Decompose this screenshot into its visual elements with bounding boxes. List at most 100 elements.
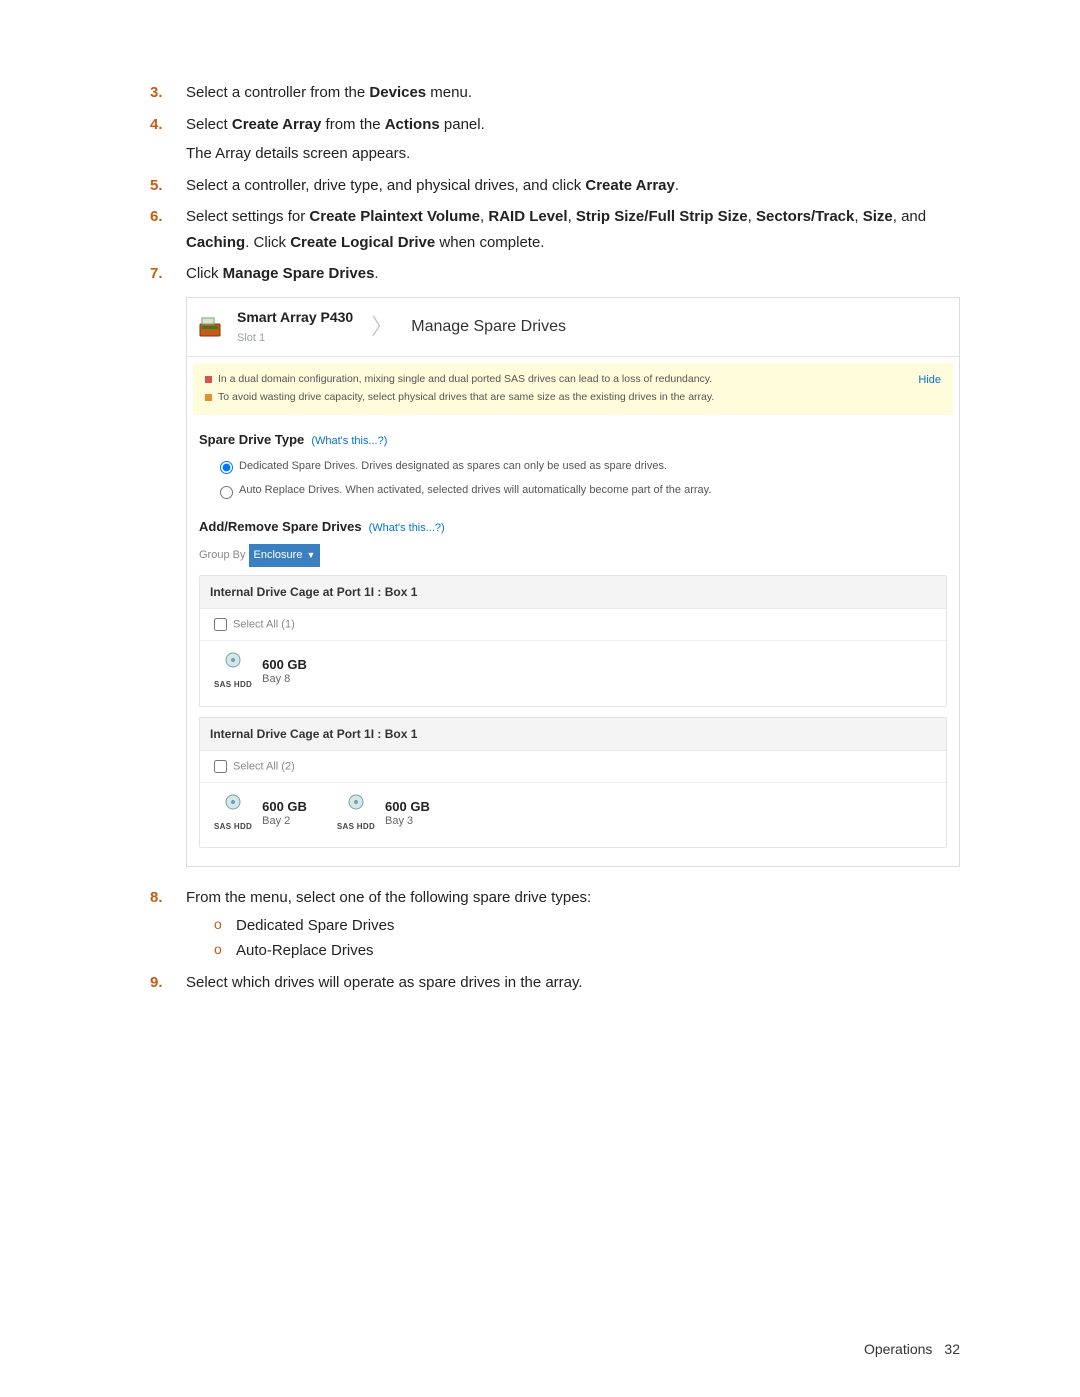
step-text: Select which drives will operate as spar… — [186, 974, 583, 991]
step-3: 3. Select a controller from the Devices … — [150, 80, 960, 106]
drive-bay: Bay 2 — [262, 815, 307, 828]
product-name: Smart Array P430 — [237, 306, 353, 330]
step-text: From the menu, select one of the followi… — [186, 889, 591, 906]
whats-this-link[interactable]: (What's this...?) — [369, 522, 445, 534]
radio-auto-replace[interactable]: Auto Replace Drives. When activated, sel… — [215, 481, 947, 500]
text: , and — [893, 208, 926, 225]
drive-list: SAS HDD 600 GB Bay 2 — [200, 783, 946, 847]
enclosure-title: Internal Drive Cage at Port 1I : Box 1 — [200, 718, 946, 751]
text: Select settings for — [186, 208, 309, 225]
text: menu. — [426, 84, 472, 101]
hide-link[interactable]: Hide — [918, 371, 941, 390]
page-footer: Operations 32 — [864, 1341, 960, 1357]
drive-item[interactable]: SAS HDD 600 GB Bay 8 — [214, 651, 307, 691]
section-heading: Add/Remove Spare Drives — [199, 519, 362, 534]
bold: Create Logical Drive — [290, 234, 435, 251]
bold: Sectors/Track — [756, 208, 854, 225]
drive-kind: SAS HDD — [214, 678, 252, 692]
step-list: 3. Select a controller from the Devices … — [150, 80, 960, 995]
step-number: 7. — [150, 261, 163, 287]
sub-item: oDedicated Spare Drives — [214, 913, 960, 939]
step-body: Select settings for Create Plaintext Vol… — [186, 204, 960, 255]
text: . — [675, 177, 679, 194]
mock-breadcrumb: Smart Array P430 Slot 1 〉 Manage Spare D… — [187, 298, 959, 357]
breadcrumb-page: Manage Spare Drives — [411, 313, 566, 340]
step-number: 4. — [150, 112, 163, 138]
group-by-select[interactable]: Enclosure▼ — [249, 544, 321, 567]
breadcrumb-product: Smart Array P430 Slot 1 — [237, 306, 353, 348]
step-body: From the menu, select one of the followi… — [186, 885, 960, 964]
bold: Create Plaintext Volume — [309, 208, 480, 225]
step-8: 8. From the menu, select one of the foll… — [150, 885, 960, 964]
radio-input[interactable] — [220, 461, 233, 474]
select-all-row[interactable]: Select All (1) — [200, 609, 946, 641]
drive-size: 600 GB — [262, 799, 307, 815]
bold-devices: Devices — [369, 84, 426, 101]
add-remove-section: Add/Remove Spare Drives (What's this...?… — [187, 508, 959, 866]
controller-card-icon — [199, 316, 225, 338]
radio-input[interactable] — [220, 486, 233, 499]
text: . Click — [245, 234, 290, 251]
step-number: 5. — [150, 173, 163, 199]
step-7: 7. Click Manage Spare Drives. Smart A — [150, 261, 960, 867]
drive-bay: Bay 8 — [262, 673, 307, 686]
step-9: 9. Select which drives will operate as s… — [150, 970, 960, 996]
step-4: 4. Select Create Array from the Actions … — [150, 112, 960, 167]
text: , — [748, 208, 756, 225]
drive-item[interactable]: SAS HDD 600 GB Bay 3 — [337, 793, 430, 833]
select-all-row[interactable]: Select All (2) — [200, 751, 946, 783]
group-by-row: Group By Enclosure▼ — [199, 544, 947, 567]
select-all-checkbox[interactable] — [214, 618, 227, 631]
caret-down-icon: ▼ — [302, 550, 315, 560]
group-by-label: Group By — [199, 549, 245, 561]
sub-text: Auto-Replace Drives — [236, 942, 374, 959]
text: Select a controller, drive type, and phy… — [186, 177, 585, 194]
drive-bay: Bay 3 — [385, 815, 430, 828]
bold: Strip Size/Full Strip Size — [576, 208, 748, 225]
hdd-icon — [224, 793, 242, 818]
document-page: 3. Select a controller from the Devices … — [0, 0, 1080, 1397]
step-body: Select which drives will operate as spar… — [186, 970, 960, 996]
bold-create-array: Create Array — [585, 177, 675, 194]
text: when complete. — [435, 234, 544, 251]
bold: RAID Level — [488, 208, 567, 225]
text: . — [374, 265, 378, 282]
step-note: The Array details screen appears. — [186, 141, 960, 167]
step-body: Click Manage Spare Drives. — [186, 261, 960, 287]
select-all-label: Select All (1) — [233, 619, 295, 631]
chevron-right-icon: 〉 — [365, 316, 399, 338]
drive-kind: SAS HDD — [214, 820, 252, 834]
screenshot-mock: Smart Array P430 Slot 1 〉 Manage Spare D… — [186, 297, 960, 868]
enclosure-block: Internal Drive Cage at Port 1I : Box 1 S… — [199, 575, 947, 707]
notice-line: To avoid wasting drive capacity, select … — [218, 391, 714, 403]
step-body: Select Create Array from the Actions pan… — [186, 112, 960, 167]
whats-this-link[interactable]: (What's this...?) — [311, 435, 387, 447]
radio-label: Dedicated Spare Drives. Drives designate… — [239, 460, 667, 472]
bullet-marker: o — [214, 913, 222, 937]
select-all-label: Select All (2) — [233, 760, 295, 772]
footer-page-number: 32 — [944, 1341, 960, 1357]
bold-create-array: Create Array — [232, 116, 322, 133]
bold: Caching — [186, 234, 245, 251]
bold-actions: Actions — [385, 116, 440, 133]
product-slot: Slot 1 — [237, 329, 353, 348]
text: , — [568, 208, 576, 225]
radio-dedicated[interactable]: Dedicated Spare Drives. Drives designate… — [215, 457, 947, 476]
footer-section: Operations — [864, 1341, 932, 1357]
step-6: 6. Select settings for Create Plaintext … — [150, 204, 960, 255]
text: Select — [186, 116, 232, 133]
drive-kind: SAS HDD — [337, 820, 375, 834]
step-number: 6. — [150, 204, 163, 230]
drive-size: 600 GB — [385, 799, 430, 815]
notice-banner: Hide In a dual domain configuration, mix… — [193, 363, 953, 415]
group-by-value: Enclosure — [254, 549, 303, 561]
sub-item: oAuto-Replace Drives — [214, 938, 960, 964]
text: Click — [186, 265, 223, 282]
text: , — [854, 208, 862, 225]
hdd-icon — [347, 793, 365, 818]
step-number: 8. — [150, 885, 163, 911]
bullet-square-icon — [205, 394, 212, 401]
select-all-checkbox[interactable] — [214, 760, 227, 773]
drive-item[interactable]: SAS HDD 600 GB Bay 2 — [214, 793, 307, 833]
notice-line: In a dual domain configuration, mixing s… — [218, 373, 712, 385]
